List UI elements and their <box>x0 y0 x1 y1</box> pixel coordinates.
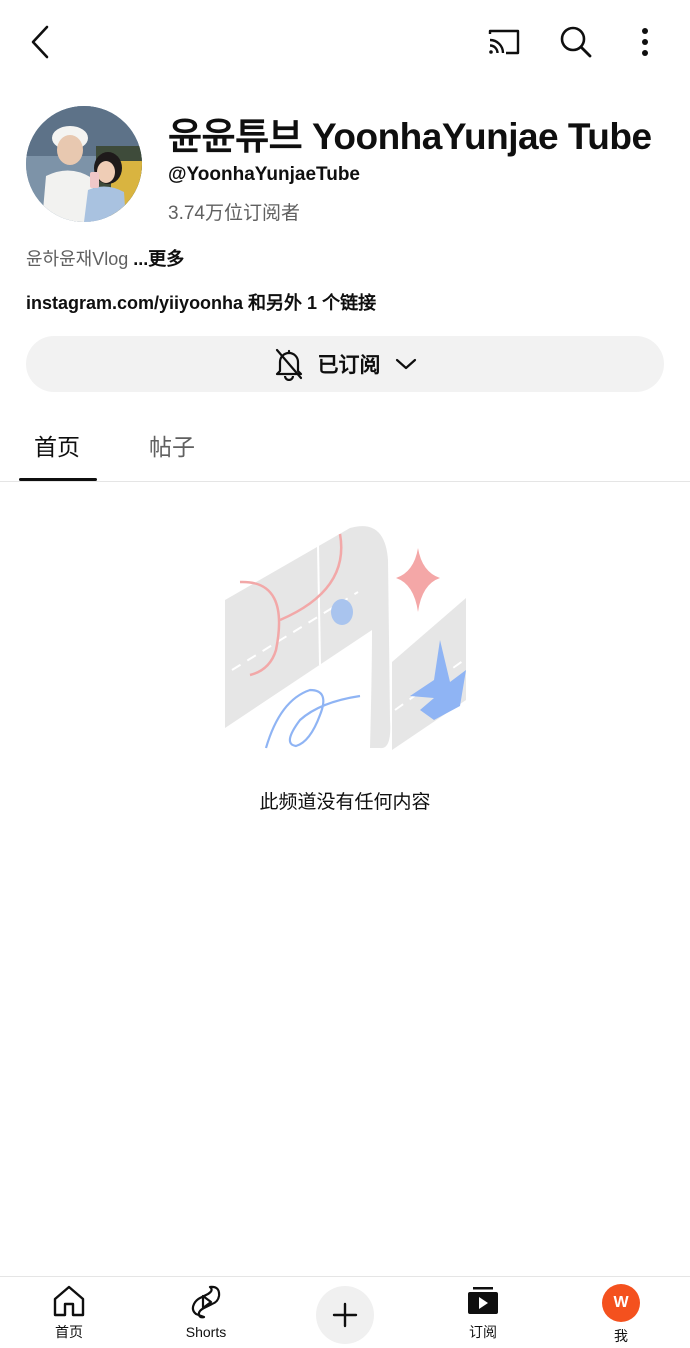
nav-subscriptions[interactable]: 订阅 <box>433 1284 533 1342</box>
channel-links[interactable]: instagram.com/yiiyoonha 和另外 1 个链接 <box>26 289 376 315</box>
more-vertical-icon <box>642 28 648 56</box>
bell-off-icon <box>275 348 302 381</box>
subscriptions-icon <box>468 1287 498 1314</box>
plus-icon <box>332 1302 358 1328</box>
nav-me[interactable]: W 我 <box>571 1284 671 1346</box>
channel-avatar-image <box>26 106 142 222</box>
search-button[interactable] <box>556 22 596 62</box>
nav-shorts-label: Shorts <box>185 1324 227 1340</box>
tabs-divider <box>0 481 690 482</box>
nav-home-label: 首页 <box>55 1324 83 1340</box>
nav-home[interactable]: 首页 <box>19 1284 119 1342</box>
subscribed-button[interactable]: 已订阅 <box>26 336 664 392</box>
create-button[interactable] <box>316 1286 374 1344</box>
more-link[interactable]: ...更多 <box>133 249 184 269</box>
home-icon <box>53 1285 85 1317</box>
chevron-down-icon <box>395 358 416 370</box>
tab-home[interactable]: 首页 <box>34 428 80 462</box>
channel-title: 윤윤튜브 YoonhaYunjae Tube <box>168 116 652 157</box>
subscribed-label: 已订阅 <box>317 354 381 377</box>
empty-state-message: 此频道没有任何内容 <box>259 792 431 813</box>
bottom-nav-divider <box>0 1276 690 1277</box>
cast-icon <box>488 29 520 55</box>
channel-handle: @YoonhaYunjaeTube <box>168 164 361 185</box>
cast-button[interactable] <box>484 24 524 60</box>
subscriber-count: 3.74万位订阅者 <box>168 203 300 224</box>
nav-shorts[interactable]: Shorts <box>156 1284 256 1340</box>
avatar: W <box>602 1284 640 1322</box>
nav-subscriptions-label: 订阅 <box>469 1324 497 1340</box>
shorts-icon <box>191 1285 221 1319</box>
description-text: 윤하윤재Vlog <box>26 249 129 269</box>
chevron-left-icon <box>31 25 49 59</box>
search-icon <box>560 26 592 58</box>
channel-description[interactable]: 윤하윤재Vlog ...更多 <box>26 245 184 271</box>
tab-posts[interactable]: 帖子 <box>149 428 195 462</box>
back-button[interactable] <box>20 22 60 62</box>
more-options-button[interactable] <box>630 22 660 62</box>
channel-avatar[interactable] <box>26 106 142 222</box>
nav-me-label: 我 <box>614 1328 628 1344</box>
empty-state-illustration <box>225 526 466 750</box>
